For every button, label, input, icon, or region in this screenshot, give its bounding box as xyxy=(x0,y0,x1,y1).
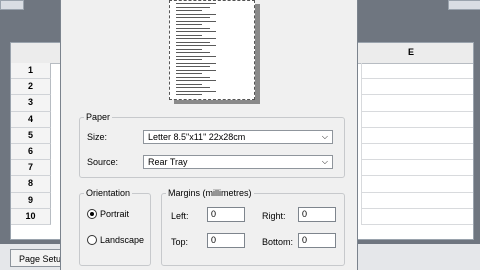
margin-bottom-label: Bottom: xyxy=(262,237,294,247)
paper-source-select[interactable]: Rear Tray ⌵ xyxy=(143,155,333,169)
row-header-7[interactable]: 7 xyxy=(11,160,51,177)
row-header-10[interactable]: 10 xyxy=(11,208,51,225)
paper-source-label: Source: xyxy=(87,157,119,167)
margin-left-input[interactable]: 0 xyxy=(207,207,245,222)
row-header-5[interactable]: 5 xyxy=(11,127,51,144)
chevron-down-icon[interactable]: ⌵ xyxy=(322,156,328,168)
portrait-label[interactable]: Portrait xyxy=(100,209,129,219)
landscape-label[interactable]: Landscape xyxy=(100,235,144,245)
window-corner-left xyxy=(0,0,24,10)
page-preview xyxy=(169,0,255,100)
row-header-column: 1 2 3 4 5 6 7 8 9 10 xyxy=(11,63,51,225)
margin-right-input[interactable]: 0 xyxy=(298,207,336,222)
paper-source-value: Rear Tray xyxy=(148,157,188,167)
cell[interactable] xyxy=(361,192,473,209)
paper-legend: Paper xyxy=(86,112,111,122)
margin-right-label: Right: xyxy=(262,211,286,221)
row-header-2[interactable]: 2 xyxy=(11,79,51,96)
margin-left-label: Left: xyxy=(171,211,189,221)
paper-size-select[interactable]: Letter 8.5"x11" 22x28cm ⌵ xyxy=(143,130,333,144)
row-header-3[interactable]: 3 xyxy=(11,95,51,112)
row-header-4[interactable]: 4 xyxy=(11,111,51,128)
page-preview-text-lines xyxy=(176,3,216,98)
paper-size-label: Size: xyxy=(87,132,108,142)
window-corner-right xyxy=(448,0,480,10)
row-header-8[interactable]: 8 xyxy=(11,176,51,193)
row-header-6[interactable]: 6 xyxy=(11,143,51,161)
margin-top-label: Top: xyxy=(171,237,189,247)
portrait-radio[interactable] xyxy=(87,209,97,219)
margin-bottom-input[interactable]: 0 xyxy=(298,233,336,248)
cell[interactable] xyxy=(361,176,473,193)
cell[interactable] xyxy=(361,127,473,144)
margin-top-input[interactable]: 0 xyxy=(207,233,245,248)
margins-group: Margins (millimetres) xyxy=(161,188,345,266)
row-header-1[interactable]: 1 xyxy=(11,63,51,80)
page-setup-tab[interactable]: Page Setu xyxy=(10,249,64,267)
cell[interactable] xyxy=(361,208,473,225)
row-header-9[interactable]: 9 xyxy=(11,192,51,209)
orientation-legend: Orientation xyxy=(86,188,131,198)
cell[interactable] xyxy=(361,111,473,128)
cell[interactable] xyxy=(361,63,473,80)
cell[interactable] xyxy=(361,79,473,96)
column-e-cells[interactable] xyxy=(361,63,473,225)
column-header-e[interactable]: E xyxy=(361,47,461,57)
page-setup-dialog: Paper Size: Letter 8.5"x11" 22x28cm ⌵ So… xyxy=(60,0,358,270)
landscape-radio[interactable] xyxy=(87,235,97,245)
cell[interactable] xyxy=(361,95,473,112)
cell[interactable] xyxy=(361,160,473,177)
margins-legend: Margins (millimetres) xyxy=(168,188,252,198)
orientation-group: Orientation xyxy=(79,188,151,266)
chevron-down-icon[interactable]: ⌵ xyxy=(322,131,328,143)
cell[interactable] xyxy=(361,143,473,161)
paper-size-value: Letter 8.5"x11" 22x28cm xyxy=(148,132,246,142)
